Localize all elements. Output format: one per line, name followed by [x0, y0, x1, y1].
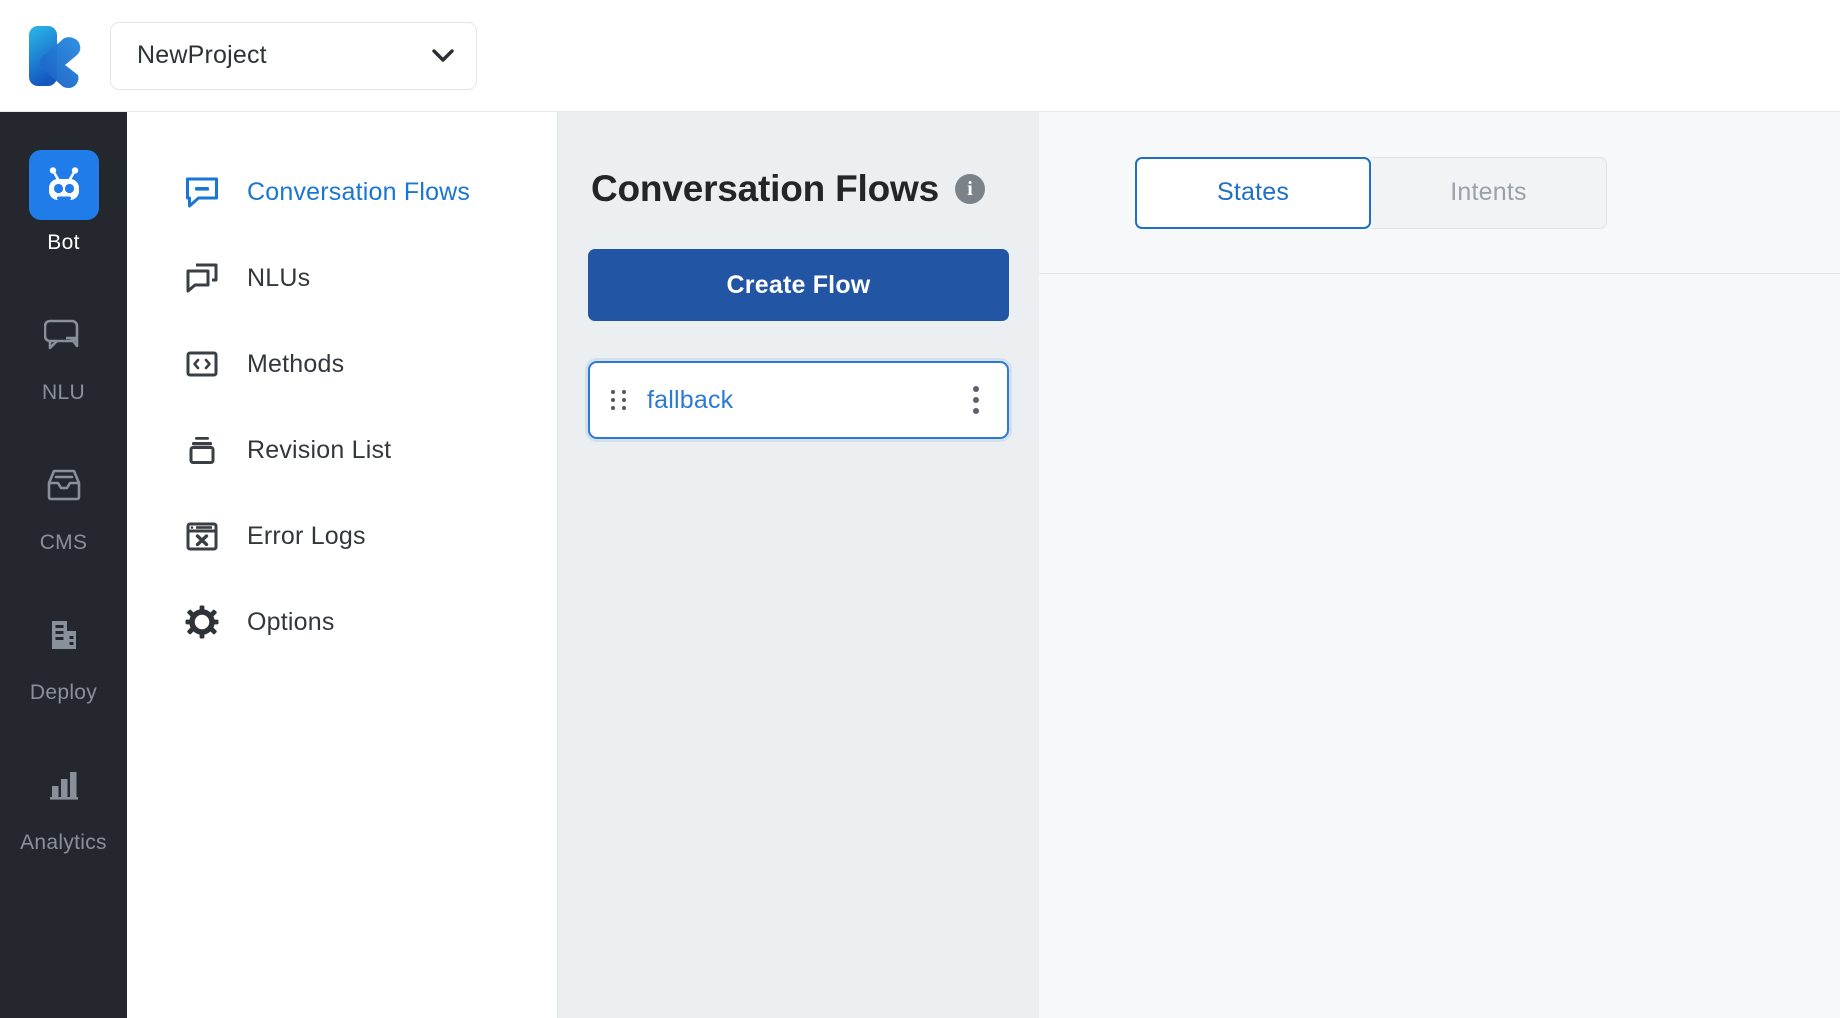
- gear-icon: [183, 603, 221, 641]
- nav-label-conversation-flows: Conversation Flows: [247, 177, 471, 206]
- sidebar-label-bot: Bot: [47, 231, 80, 254]
- project-selector-label: NewProject: [137, 41, 267, 69]
- project-selector[interactable]: NewProject: [110, 21, 477, 90]
- nav-label-error-logs: Error Logs: [247, 521, 366, 550]
- flow-canvas: States Intents init: [1039, 112, 1840, 1018]
- nav-label-options: Options: [247, 607, 335, 636]
- sidebar-label-cms: CMS: [39, 531, 88, 554]
- sidebar-item-bot[interactable]: Bot: [0, 150, 127, 255]
- archive-box-icon: [183, 431, 221, 469]
- create-flow-button[interactable]: Create Flow: [588, 249, 1009, 321]
- chevron-down-icon: [432, 48, 454, 63]
- sidebar-tile-analytics: [29, 750, 99, 820]
- sidebar-item-analytics[interactable]: Analytics: [0, 750, 127, 855]
- nav-item-options[interactable]: Options: [127, 579, 557, 665]
- speech-bubble-icon: [183, 173, 221, 211]
- sidebar-tile-bot: [28, 150, 99, 220]
- nav-item-conversation-flows[interactable]: Conversation Flows: [127, 149, 557, 235]
- top-header: NewProject: [0, 0, 1840, 112]
- inbox-tray-icon: [47, 469, 80, 501]
- conversation-flows-panel: Conversation Flows i Create Flow fallbac…: [558, 112, 1039, 1018]
- window-error-icon: [183, 517, 221, 555]
- flow-name-label: fallback: [647, 385, 734, 414]
- nav-label-revision-list: Revision List: [247, 435, 392, 464]
- secondary-nav: Conversation Flows NLUs Methods Revision…: [127, 112, 558, 1018]
- sidebar-item-cms[interactable]: CMS: [0, 450, 127, 555]
- states-intents-segmented-control: States Intents: [1135, 156, 1607, 229]
- nav-item-error-logs[interactable]: Error Logs: [127, 493, 557, 579]
- nav-item-revision-list[interactable]: Revision List: [127, 407, 557, 493]
- nav-label-methods: Methods: [247, 349, 345, 378]
- sidebar-label-deploy: Deploy: [29, 681, 98, 704]
- chat-bubbles-icon: [43, 319, 78, 350]
- sidebar-label-nlu: NLU: [42, 381, 85, 404]
- kebab-menu-icon[interactable]: [965, 380, 987, 420]
- sidebar-item-deploy[interactable]: Deploy: [0, 600, 127, 705]
- stacked-bubbles-icon: [183, 259, 221, 297]
- flows-panel-header: Conversation Flows i: [588, 168, 1009, 210]
- page-title: Conversation Flows: [591, 168, 939, 209]
- sidebar-label-analytics: Analytics: [20, 831, 107, 854]
- app-body: Bot NLU CMS Deploy Analytics Conversatio…: [0, 112, 1840, 1018]
- tab-intents[interactable]: Intents: [1371, 156, 1607, 229]
- app-root: NewProject Bot NLU CMS Deploy Analytics …: [0, 0, 1840, 1018]
- nav-item-nlus[interactable]: NLUs: [127, 235, 557, 321]
- sidebar-tile-nlu: [29, 300, 99, 370]
- building-icon: [51, 621, 76, 649]
- canvas-toolbar: States Intents: [1039, 112, 1840, 274]
- bar-chart-icon: [49, 772, 78, 800]
- drag-handle-icon[interactable]: [611, 390, 628, 410]
- code-window-icon: [183, 345, 221, 383]
- sidebar-item-nlu[interactable]: NLU: [0, 300, 127, 405]
- nav-item-methods[interactable]: Methods: [127, 321, 557, 407]
- flow-list-item-fallback[interactable]: fallback: [588, 361, 1009, 439]
- primary-sidebar: Bot NLU CMS Deploy Analytics: [0, 112, 127, 1018]
- kore-k-logo[interactable]: [26, 24, 84, 88]
- tab-states[interactable]: States: [1135, 156, 1371, 229]
- sidebar-tile-deploy: [29, 600, 99, 670]
- robot-icon: [48, 167, 79, 200]
- nav-label-nlus: NLUs: [247, 263, 311, 292]
- info-icon[interactable]: i: [954, 174, 985, 204]
- sidebar-tile-cms: [29, 450, 99, 520]
